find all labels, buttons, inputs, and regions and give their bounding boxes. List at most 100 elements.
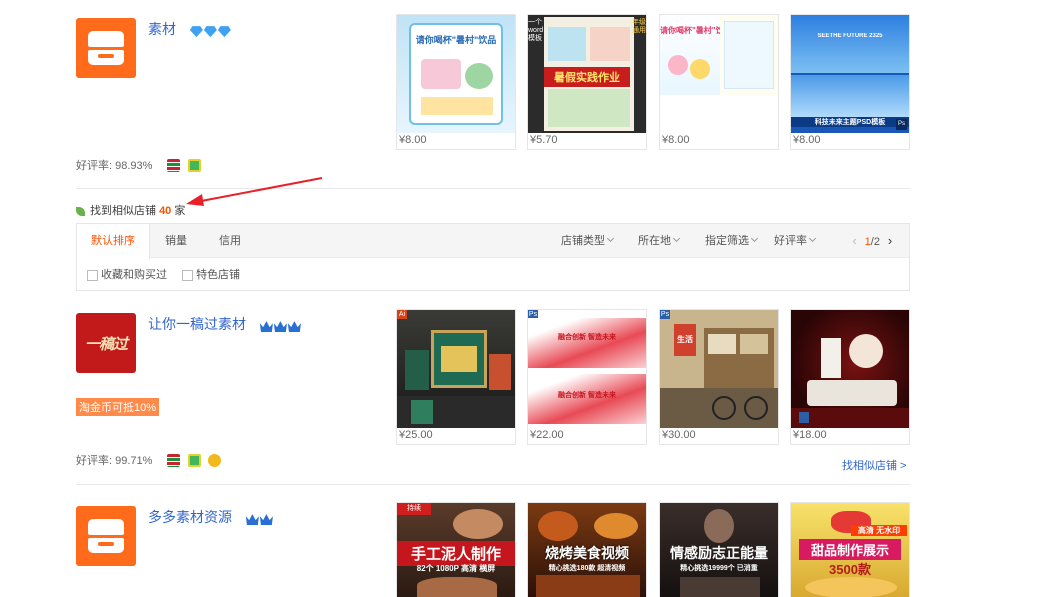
sort-bar: 默认排序 销量 信用 店铺类型 所在地 指定筛选 好评率 ‹ 1/2 › xyxy=(77,224,909,259)
product-thumb[interactable]: 请你喝杯"暑村"饮品 ¥8.00 xyxy=(396,14,516,150)
product-thumb[interactable]: 请你喝杯"暑村"饮品 ¥8.00 xyxy=(659,14,779,150)
thumb-price: ¥18.00 xyxy=(793,429,827,441)
pager: ‹ 1/2 › xyxy=(848,224,897,258)
crown-icon xyxy=(259,321,273,333)
product-thumb[interactable]: Ai ¥25.00 xyxy=(396,309,516,445)
thumb-caption: 烧烤美食视频 xyxy=(545,545,629,561)
checkbox-box[interactable] xyxy=(87,269,98,281)
product-thumb[interactable]: SEETHE FUTURE 2325 科技未来主题PSD模板 Ps ¥8.00 xyxy=(790,14,910,150)
crown-icon xyxy=(287,321,301,333)
divider xyxy=(76,484,910,485)
shop-name-link[interactable]: 让你一稿过素材 xyxy=(148,314,302,334)
thumb-side-caption: 一个word模板 xyxy=(528,19,544,42)
thumb-price: ¥25.00 xyxy=(399,429,433,441)
checkbox-purchased[interactable]: 收藏和购买过 xyxy=(87,266,167,282)
product-thumb[interactable]: 情感励志正能量 精心挑选19999个 已消重 xyxy=(659,502,779,597)
diamond-icon xyxy=(217,26,231,38)
rating-dropdown[interactable]: 好评率 xyxy=(774,224,817,258)
found-prefix: 找到相似店铺 xyxy=(90,205,156,217)
thumb-caption: 精心挑选19999个 已消重 xyxy=(680,565,758,572)
ai-file-icon: Ai xyxy=(397,310,407,319)
thumb-price: ¥8.00 xyxy=(662,134,690,146)
rating-row: 好评率: 99.71% xyxy=(76,452,221,468)
thumb-caption: 请你喝杯"暑村"饮品 xyxy=(660,26,720,35)
shop-logo[interactable] xyxy=(76,506,136,566)
thumb-price: ¥5.70 xyxy=(530,134,558,146)
consumer-protection-icon[interactable] xyxy=(187,453,201,467)
shop-name[interactable]: 让你一稿过素材 xyxy=(148,316,246,332)
find-similar-shops-link[interactable]: 找相似店铺 > xyxy=(842,457,906,473)
filter-dropdown[interactable]: 指定筛选 xyxy=(705,224,759,258)
similar-shops-count: 找到相似店铺 40 家 xyxy=(76,202,185,218)
dropdown-label: 指定筛选 xyxy=(705,235,749,247)
crown-icon xyxy=(245,514,259,526)
shop-logo[interactable]: 一稿过 xyxy=(76,313,136,373)
chevron-down-icon xyxy=(808,234,817,243)
chevron-down-icon xyxy=(672,234,681,243)
gold-seller-icon[interactable] xyxy=(207,453,221,467)
thumb-caption: 融合创新 智造未来 xyxy=(558,392,616,399)
next-page-button[interactable]: › xyxy=(883,224,897,258)
rating-label: 好评率: 99.71% xyxy=(76,455,153,467)
service-icon[interactable] xyxy=(167,453,181,467)
tab-credit[interactable]: 信用 xyxy=(205,224,255,258)
dropdown-label: 所在地 xyxy=(638,235,671,247)
thumb-caption: 生活 xyxy=(674,324,696,356)
diamond-icon xyxy=(203,26,217,38)
total-pages: 2 xyxy=(873,236,880,248)
found-count: 40 xyxy=(159,205,172,217)
rating-label: 好评率: 98.93% xyxy=(76,160,153,172)
shop-name[interactable]: 多多素材资源 xyxy=(148,509,232,525)
product-thumb[interactable]: 甜品制作展示 3500款 高清 无水印 xyxy=(790,502,910,597)
shop-name[interactable]: 素材 xyxy=(148,21,176,37)
thumb-price: ¥22.00 xyxy=(530,429,564,441)
product-thumb[interactable]: Ps 融合创新 智造未来 融合创新 智造未来 ¥22.00 xyxy=(527,309,647,445)
thumb-caption: SEETHE FUTURE 2325 xyxy=(817,33,883,39)
thumb-caption: 甜品制作展示 xyxy=(799,539,901,560)
coupon-badge: 淘金币可抵10% xyxy=(76,398,160,416)
product-thumb[interactable]: ¥18.00 xyxy=(790,309,910,445)
thumb-caption: 精心挑选180款 超清视频 xyxy=(548,565,626,572)
credit-badges xyxy=(259,317,302,333)
thumb-price: ¥8.00 xyxy=(399,134,427,146)
dropdown-label: 店铺类型 xyxy=(561,235,605,247)
thumb-price: ¥30.00 xyxy=(662,429,696,441)
logo-text: 一稿过 xyxy=(84,334,128,353)
checkbox-featured[interactable]: 特色店铺 xyxy=(182,266,240,282)
ps-file-icon: Ps xyxy=(660,310,670,319)
chevron-down-icon xyxy=(750,234,759,243)
thumb-caption: 82个 1080P 高清 横屏 xyxy=(416,564,496,573)
chevron-down-icon xyxy=(606,234,615,243)
thumb-caption: 融合创新 智造未来 xyxy=(558,334,616,341)
checkbox-label: 特色店铺 xyxy=(196,269,241,281)
prev-page-button[interactable]: ‹ xyxy=(848,224,862,258)
shop-name-link[interactable]: 素材 xyxy=(148,19,232,39)
diamond-icon xyxy=(189,26,203,38)
shop-name-link[interactable]: 多多素材资源 xyxy=(148,507,274,527)
shop-logo[interactable] xyxy=(76,18,136,78)
credit-badges xyxy=(245,510,274,526)
thumb-caption: 暑假实践作业 xyxy=(544,67,630,87)
shop-type-dropdown[interactable]: 店铺类型 xyxy=(561,224,615,258)
tab-default-sort[interactable]: 默认排序 xyxy=(77,224,150,259)
crown-icon xyxy=(273,321,287,333)
leaf-icon xyxy=(76,206,85,216)
product-thumb[interactable]: 一个word模板 年级通用 暑假实践作业 ¥5.70 xyxy=(527,14,647,150)
credit-badges xyxy=(189,22,232,38)
checkbox-label: 收藏和购买过 xyxy=(101,269,167,281)
location-dropdown[interactable]: 所在地 xyxy=(638,224,681,258)
filter-panel: 默认排序 销量 信用 店铺类型 所在地 指定筛选 好评率 ‹ 1/2 › 收藏和… xyxy=(76,223,910,291)
thumb-caption: 请你喝杯"暑村"饮品 xyxy=(415,35,497,45)
checkbox-box[interactable] xyxy=(182,269,194,281)
thumb-caption: 情感励志正能量 xyxy=(670,545,768,561)
thumb-price: ¥8.00 xyxy=(793,134,821,146)
tab-sales[interactable]: 销量 xyxy=(150,224,202,258)
product-thumb[interactable]: Ps 生活 ¥30.00 xyxy=(659,309,779,445)
product-thumb[interactable]: 烧烤美食视频 精心挑选180款 超清视频 xyxy=(527,502,647,597)
service-icon[interactable] xyxy=(167,158,181,172)
filter-checkboxes: 收藏和购买过 特色店铺 xyxy=(87,266,252,282)
thumb-side-caption: 年级通用 xyxy=(632,19,646,34)
product-thumb[interactable]: 持续 手工泥人制作 82个 1080P 高清 横屏 xyxy=(396,502,516,597)
crown-icon xyxy=(259,514,273,526)
thumb-caption: 3500款 xyxy=(829,562,871,577)
